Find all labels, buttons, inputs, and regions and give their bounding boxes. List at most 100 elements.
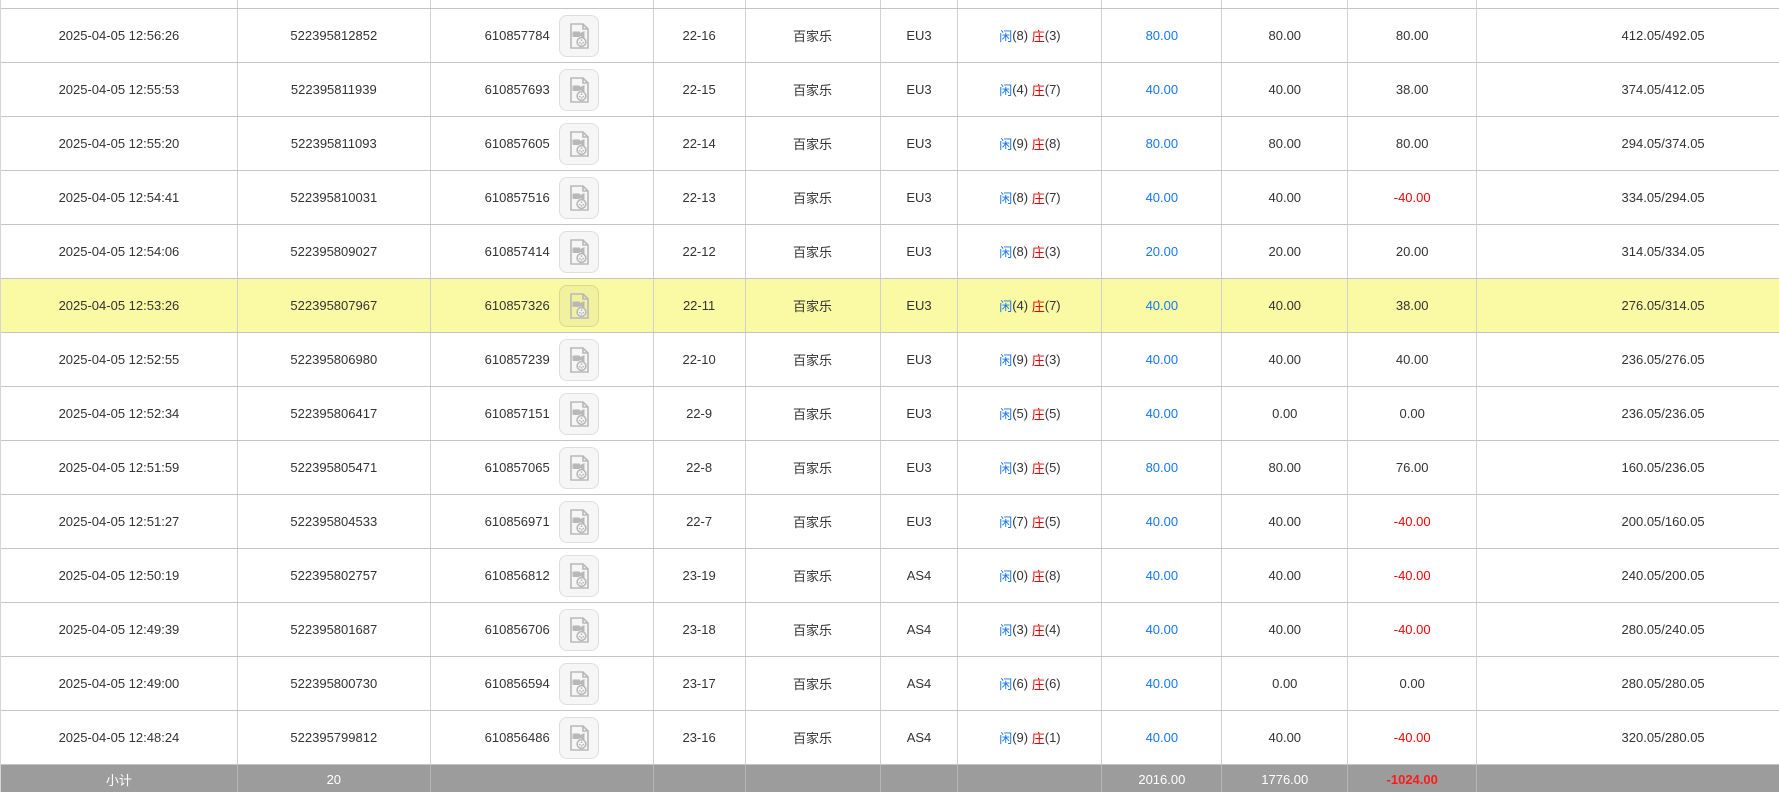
table-row[interactable]: 2025-04-05 12:53:26 522395807967 6108573… xyxy=(1,279,1779,333)
video-replay-button[interactable] xyxy=(559,285,599,327)
bet-amount-link[interactable]: 20.00 xyxy=(1102,225,1222,278)
bet-time: 2025-04-05 12:50:19 xyxy=(1,549,238,602)
table-row[interactable]: 2025-04-05 12:52:55 522395806980 6108572… xyxy=(1,333,1779,387)
win-loss: -40.00 xyxy=(1348,603,1477,656)
bet-id: 522395802757 xyxy=(238,549,431,602)
banker-points: (1) xyxy=(1045,730,1061,745)
player-label: 闲 xyxy=(999,80,1012,99)
valid-amount: 40.00 xyxy=(1222,171,1348,224)
bet-amount-link[interactable]: 80.00 xyxy=(1102,441,1222,494)
bet-amount-link[interactable]: 80.00 xyxy=(1102,117,1222,170)
bet-amount-link[interactable]: 40.00 xyxy=(1102,333,1222,386)
video-replay-button[interactable] xyxy=(559,447,599,489)
video-replay-button[interactable] xyxy=(559,339,599,381)
game-id: 610856706 xyxy=(485,622,550,637)
bet-time: 2025-04-05 12:48:24 xyxy=(1,711,238,764)
table-row[interactable]: 2025-04-05 12:48:24 522395799812 6108564… xyxy=(1,711,1779,765)
banker-label: 庄 xyxy=(1032,728,1045,747)
valid-amount: 40.00 xyxy=(1222,279,1348,332)
game-id: 610857784 xyxy=(485,28,550,43)
win-loss: -40.00 xyxy=(1348,495,1477,548)
game-result: 闲(4) 庄(7) xyxy=(958,279,1102,332)
balance: 276.05/314.05 xyxy=(1477,279,1779,332)
bet-amount-link[interactable]: 40.00 xyxy=(1102,279,1222,332)
game-result: 闲(9) 庄(8) xyxy=(958,117,1102,170)
bet-time: 2025-04-05 12:53:26 xyxy=(1,279,238,332)
table-code: EU3 xyxy=(881,333,959,386)
video-icon xyxy=(566,76,592,104)
table-row[interactable]: 2025-04-05 12:49:39 522395801687 6108567… xyxy=(1,603,1779,657)
bet-amount-link[interactable]: 40.00 xyxy=(1102,603,1222,656)
player-label: 闲 xyxy=(999,26,1012,45)
bet-amount-link[interactable]: 40.00 xyxy=(1102,171,1222,224)
round-number: 22-14 xyxy=(654,117,746,170)
valid-amount: 40.00 xyxy=(1222,549,1348,602)
table-code: AS4 xyxy=(881,603,959,656)
balance: 160.05/236.05 xyxy=(1477,441,1779,494)
valid-amount: 0.00 xyxy=(1222,387,1348,440)
table-row[interactable]: 2025-04-05 12:54:41 522395810031 6108575… xyxy=(1,171,1779,225)
video-icon xyxy=(566,22,592,50)
subtotal-count: 20 xyxy=(238,765,431,792)
round-number: 23-18 xyxy=(654,603,746,656)
table-code: EU3 xyxy=(881,171,959,224)
player-points: (3) xyxy=(1012,622,1028,637)
table-row[interactable]: 2025-04-05 12:56:26 522395812852 6108577… xyxy=(1,9,1779,63)
video-replay-button[interactable] xyxy=(559,555,599,597)
game-result: 闲(6) 庄(6) xyxy=(958,657,1102,710)
valid-amount: 0.00 xyxy=(1222,657,1348,710)
game-type: 百家乐 xyxy=(746,9,881,62)
bet-amount-link[interactable]: 40.00 xyxy=(1102,387,1222,440)
video-icon xyxy=(566,562,592,590)
bet-id: 522395806980 xyxy=(238,333,431,386)
subtotal-row: 小计 20 2016.00 1776.00 -1024.00 xyxy=(1,765,1779,792)
bet-amount-link[interactable]: 40.00 xyxy=(1102,63,1222,116)
table-row[interactable]: 2025-04-05 12:51:27 522395804533 6108569… xyxy=(1,495,1779,549)
table-row[interactable]: 2025-04-05 12:50:19 522395802757 6108568… xyxy=(1,549,1779,603)
bet-id: 522395811939 xyxy=(238,63,431,116)
bet-time: 2025-04-05 12:51:27 xyxy=(1,495,238,548)
video-replay-button[interactable] xyxy=(559,69,599,111)
player-points: (9) xyxy=(1012,730,1028,745)
table-row[interactable]: 2025-04-05 12:55:53 522395811939 6108576… xyxy=(1,63,1779,117)
video-replay-button[interactable] xyxy=(559,177,599,219)
table-row[interactable]: 2025-04-05 12:52:34 522395806417 6108571… xyxy=(1,387,1779,441)
game-id: 610857516 xyxy=(485,190,550,205)
video-replay-button[interactable] xyxy=(559,501,599,543)
video-replay-button[interactable] xyxy=(559,663,599,705)
player-label: 闲 xyxy=(999,620,1012,639)
video-icon xyxy=(566,454,592,482)
bet-amount-link[interactable]: 40.00 xyxy=(1102,549,1222,602)
game-id: 610857151 xyxy=(485,406,550,421)
bet-amount-link[interactable]: 40.00 xyxy=(1102,711,1222,764)
video-replay-button[interactable] xyxy=(559,609,599,651)
win-loss: 80.00 xyxy=(1348,117,1477,170)
bet-amount-link[interactable]: 80.00 xyxy=(1102,9,1222,62)
player-label: 闲 xyxy=(999,458,1012,477)
bet-time: 2025-04-05 12:51:59 xyxy=(1,441,238,494)
bet-amount-link[interactable]: 40.00 xyxy=(1102,495,1222,548)
round-number: 23-16 xyxy=(654,711,746,764)
video-replay-button[interactable] xyxy=(559,231,599,273)
video-replay-button[interactable] xyxy=(559,123,599,165)
table-row[interactable]: 2025-04-05 12:51:59 522395805471 6108570… xyxy=(1,441,1779,495)
banker-label: 庄 xyxy=(1032,620,1045,639)
video-replay-button[interactable] xyxy=(559,717,599,759)
table-row[interactable]: 2025-04-05 12:49:00 522395800730 6108565… xyxy=(1,657,1779,711)
bet-amount-link[interactable]: 40.00 xyxy=(1102,657,1222,710)
table-row[interactable]: 2025-04-05 12:55:20 522395811093 6108576… xyxy=(1,117,1779,171)
game-result: 闲(8) 庄(3) xyxy=(958,9,1102,62)
table-row[interactable]: 2025-04-05 12:54:06 522395809027 6108574… xyxy=(1,225,1779,279)
valid-amount: 40.00 xyxy=(1222,603,1348,656)
banker-points: (6) xyxy=(1045,676,1061,691)
game-type: 百家乐 xyxy=(746,387,881,440)
video-replay-button[interactable] xyxy=(559,393,599,435)
valid-amount: 80.00 xyxy=(1222,441,1348,494)
game-type: 百家乐 xyxy=(746,495,881,548)
bet-id: 522395806417 xyxy=(238,387,431,440)
balance: 334.05/294.05 xyxy=(1477,171,1779,224)
table-code: EU3 xyxy=(881,441,959,494)
video-replay-button[interactable] xyxy=(559,15,599,57)
round-number: 22-12 xyxy=(654,225,746,278)
banker-points: (7) xyxy=(1045,82,1061,97)
